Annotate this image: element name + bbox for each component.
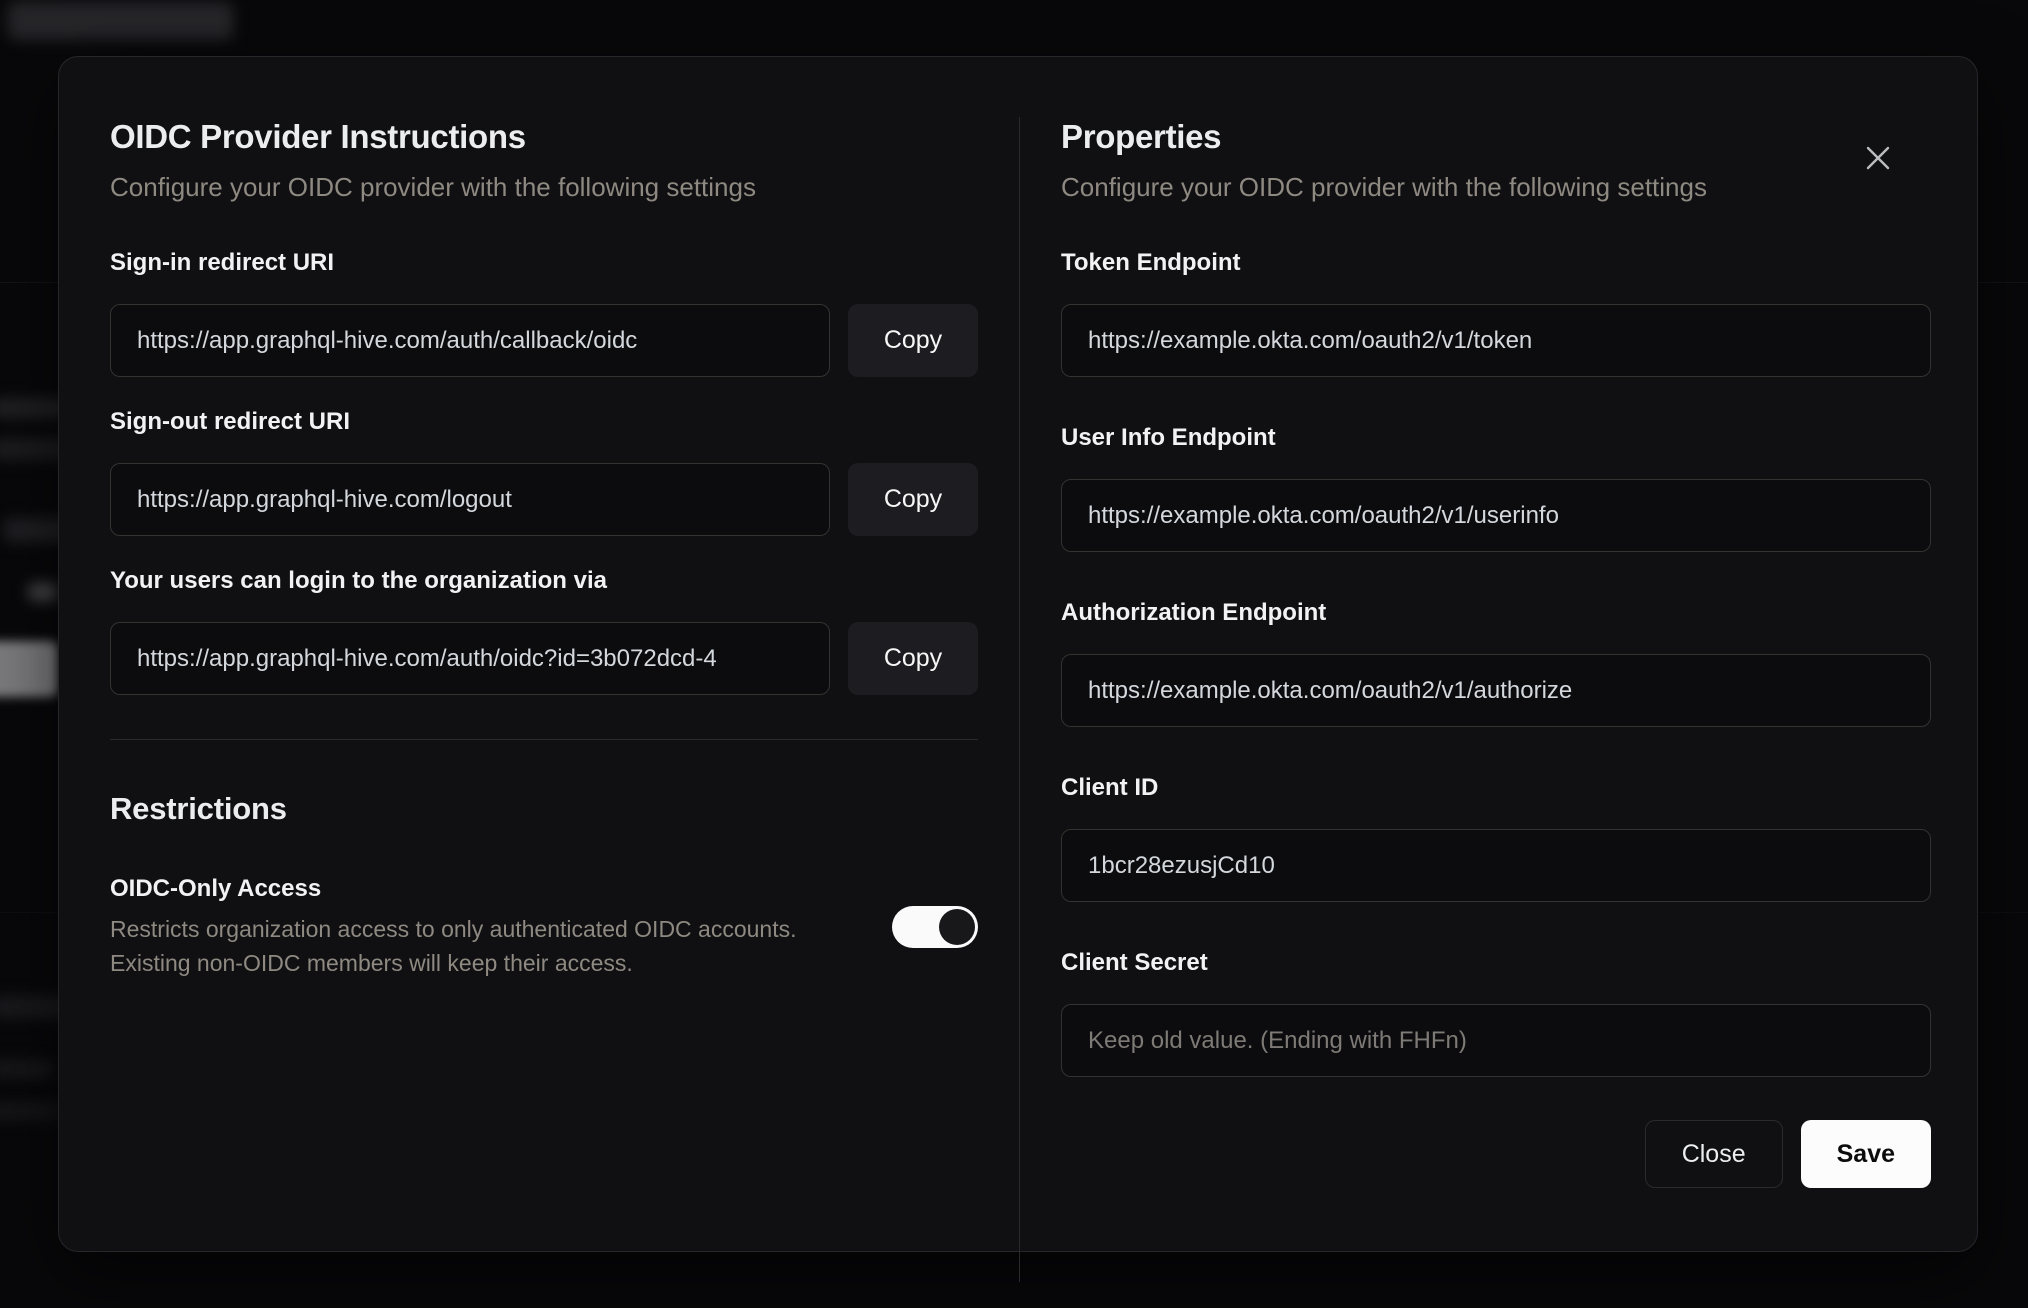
toggle-thumb (939, 909, 975, 945)
properties-subtitle: Configure your OIDC provider with the fo… (1061, 172, 1707, 202)
client-secret-label: Client Secret (1061, 949, 1208, 976)
copy-signout-button[interactable]: Copy (848, 463, 978, 536)
signin-redirect-row: Copy (110, 304, 978, 377)
client-id-row (1061, 829, 1931, 902)
token-endpoint-input[interactable] (1061, 304, 1931, 377)
restrictions-title: Restrictions (110, 791, 287, 826)
token-endpoint-row (1061, 304, 1931, 377)
login-url-input[interactable] (110, 622, 830, 695)
signout-redirect-label: Sign-out redirect URI (110, 408, 351, 435)
userinfo-endpoint-row (1061, 479, 1931, 552)
save-button[interactable]: Save (1800, 1120, 1931, 1188)
properties-title: Properties (1061, 118, 1222, 155)
modal-actions: Close Save (1061, 1120, 1931, 1188)
close-button[interactable]: Close (1644, 1120, 1783, 1188)
authorization-endpoint-row (1061, 654, 1931, 727)
signin-redirect-label: Sign-in redirect URI (110, 249, 335, 276)
authorization-endpoint-label: Authorization Endpoint (1061, 599, 1327, 626)
userinfo-endpoint-label: User Info Endpoint (1061, 424, 1276, 451)
column-divider (1019, 117, 1020, 1282)
login-url-label: Your users can login to the organization… (110, 567, 607, 594)
client-id-label: Client ID (1061, 774, 1159, 801)
properties-column: Properties Configure your OIDC provider … (1061, 116, 1931, 1188)
userinfo-endpoint-input[interactable] (1061, 479, 1931, 552)
section-divider (110, 739, 978, 740)
authorization-endpoint-input[interactable] (1061, 654, 1931, 727)
signout-redirect-input[interactable] (110, 463, 830, 536)
copy-login-url-button[interactable]: Copy (848, 622, 978, 695)
instructions-subtitle: Configure your OIDC provider with the fo… (110, 172, 756, 202)
signin-redirect-input[interactable] (110, 304, 830, 377)
oidc-only-access-row: OIDC-Only Access Restricts organization … (110, 874, 978, 980)
token-endpoint-label: Token Endpoint (1061, 249, 1241, 276)
instructions-title: OIDC Provider Instructions (110, 118, 526, 155)
login-url-row: Copy (110, 622, 978, 695)
signout-redirect-row: Copy (110, 463, 978, 536)
oidc-only-access-description: Restricts organization access to only au… (110, 916, 797, 976)
oidc-only-access-text: OIDC-Only Access Restricts organization … (110, 874, 892, 980)
oidc-settings-modal: OIDC Provider Instructions Configure you… (58, 56, 1978, 1282)
oidc-only-access-toggle[interactable] (892, 906, 978, 948)
oidc-only-access-label: OIDC-Only Access (110, 875, 322, 902)
client-id-input[interactable] (1061, 829, 1931, 902)
client-secret-input[interactable] (1061, 1004, 1931, 1077)
copy-signin-button[interactable]: Copy (848, 304, 978, 377)
client-secret-row (1061, 1004, 1931, 1077)
instructions-column: OIDC Provider Instructions Configure you… (110, 116, 978, 980)
